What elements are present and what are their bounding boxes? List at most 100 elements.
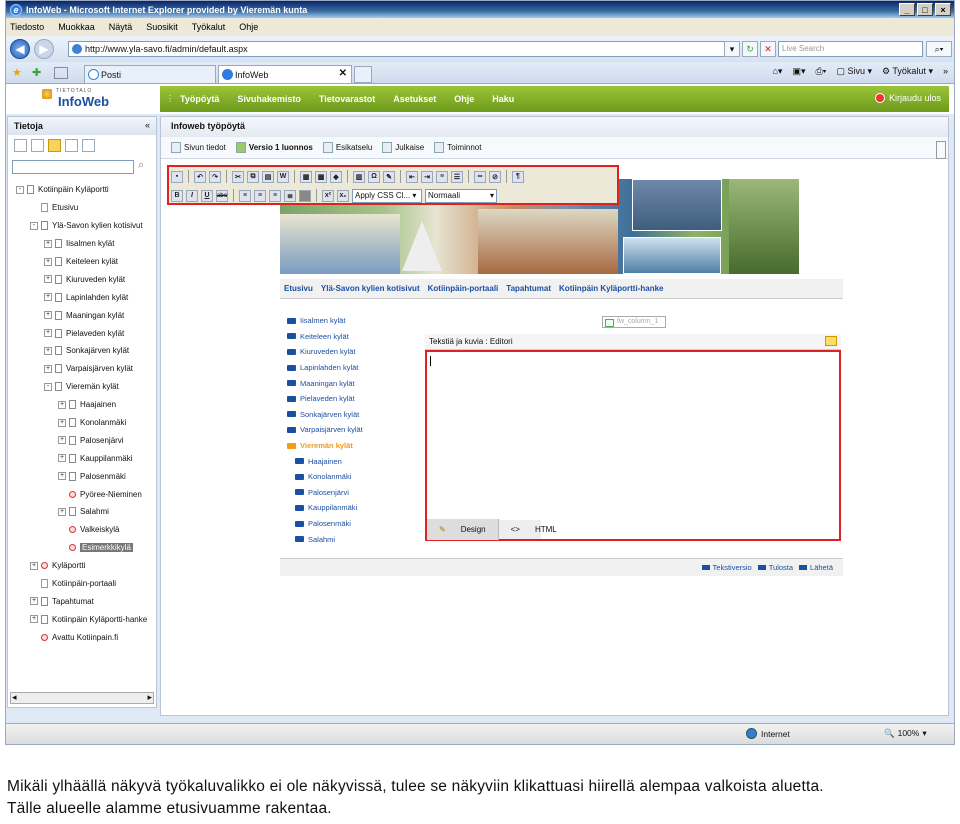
site-menu-item[interactable]: Haajainen — [287, 453, 417, 469]
menu-favorites[interactable]: Suosikit — [146, 22, 178, 32]
forward-icon[interactable]: ▶ — [34, 39, 54, 59]
site-nav-portaali[interactable]: Kotiinpäin-portaali — [428, 284, 499, 293]
toolbar-end-handle[interactable] — [936, 141, 946, 159]
page-menu[interactable]: ▢ Sivu ▾ — [836, 66, 872, 77]
cut-icon[interactable]: ✂ — [232, 170, 244, 183]
clean-format-icon[interactable]: ✎ — [383, 170, 395, 183]
tree-node[interactable]: Kotiinpäin-portaali — [8, 575, 158, 593]
expand-icon[interactable]: + — [58, 400, 66, 409]
html-mode-tab[interactable]: <> HTML — [499, 519, 569, 540]
expand-icon[interactable]: + — [44, 311, 52, 320]
expand-icon[interactable]: + — [44, 257, 52, 266]
tab-infoweb[interactable]: InfoWeb ✕ — [218, 65, 352, 83]
site-menu-item[interactable]: Iisalmen kylät — [287, 313, 417, 329]
menu-file[interactable]: Tiedosto — [10, 22, 44, 32]
copy-icon[interactable]: ⧉ — [247, 170, 259, 183]
menu-help[interactable]: Ohje — [239, 22, 258, 32]
site-nav-tapahtumat[interactable]: Tapahtumat — [506, 284, 551, 293]
tree-node[interactable]: Pyöree-Nieminen — [8, 485, 158, 503]
tree-node[interactable]: + Pielaveden kylät — [8, 324, 158, 342]
tree-node[interactable]: Etusivu — [8, 199, 158, 217]
address-input[interactable]: http://www.yla-savo.fi/admin/default.asp… — [68, 41, 738, 57]
editor-content-area[interactable]: ✎ Design <> HTML — [425, 350, 841, 541]
site-menu-item[interactable]: Lapinlahden kylät — [287, 360, 417, 376]
paragraph-icon[interactable]: ¶ — [512, 170, 524, 183]
tree-node[interactable]: + Haajainen — [8, 396, 158, 414]
tree-node[interactable]: + Konolanmäki — [8, 414, 158, 432]
search-icon[interactable]: ⌕▾ — [926, 41, 952, 57]
horizontal-scrollbar[interactable] — [10, 692, 154, 704]
collapse-icon[interactable]: - — [16, 185, 24, 194]
css-class-dropdown[interactable]: Apply CSS Cl... ▾ — [352, 188, 422, 203]
tree-node[interactable]: + Sonkajärven kylät — [8, 342, 158, 360]
site-nav-etusivu[interactable]: Etusivu — [284, 284, 313, 293]
expand-icon[interactable]: + — [30, 615, 38, 624]
page-info-button[interactable]: Sivun tiedot — [171, 142, 226, 153]
site-menu-item[interactable]: Pielaveden kylät — [287, 391, 417, 407]
more-chevron-icon[interactable]: » — [943, 66, 948, 77]
preview-button[interactable]: Esikatselu — [322, 142, 372, 153]
expand-icon[interactable]: + — [44, 346, 52, 355]
tree-node[interactable]: + Maaningan kylät — [8, 306, 158, 324]
link-icon[interactable]: ∞ — [474, 170, 486, 183]
footer-link-tulosta[interactable]: Tulosta — [758, 563, 793, 572]
site-menu-item[interactable]: Konolanmäki — [287, 469, 417, 485]
tree-node[interactable]: + Keiteleen kylät — [8, 253, 158, 271]
tree-node[interactable]: + Palosenmäki — [8, 467, 158, 485]
tree-node[interactable]: + Salahmi — [8, 503, 158, 521]
new-page-icon[interactable] — [14, 139, 27, 152]
align-left-icon[interactable]: ≡ — [239, 189, 251, 202]
footer-link-laheta[interactable]: Lähetä — [799, 563, 833, 572]
superscript-button[interactable]: x² — [322, 189, 334, 202]
tree-node[interactable]: + Tapahtumat — [8, 592, 158, 610]
tree-node[interactable]: + Kauppilanmäki — [8, 449, 158, 467]
site-menu-item[interactable]: Maaningan kylät — [287, 375, 417, 391]
search-icon[interactable]: ⌕ — [138, 159, 144, 172]
expand-icon[interactable]: + — [44, 239, 52, 248]
tree-node[interactable]: + Kyläportti — [8, 557, 158, 575]
tree-node[interactable]: Valkeiskylä — [8, 521, 158, 539]
strikethrough-button[interactable]: abc — [216, 189, 228, 202]
close-button[interactable]: × — [935, 3, 951, 16]
flash-icon[interactable]: ◆ — [330, 170, 342, 183]
align-center-icon[interactable]: ≡ — [254, 189, 266, 202]
site-menu-item[interactable]: Vieremän kylät — [287, 438, 417, 454]
expand-icon[interactable]: + — [44, 275, 52, 284]
search-input[interactable]: Live Search — [778, 41, 923, 57]
table-icon[interactable]: ▥ — [353, 170, 365, 183]
close-tab-icon[interactable]: ✕ — [339, 68, 347, 79]
tree-node[interactable]: Esimerkkikylä — [8, 539, 158, 557]
expand-icon[interactable]: + — [44, 329, 52, 338]
quick-tabs-icon[interactable] — [54, 67, 68, 79]
gallery-icon[interactable]: ▩ — [315, 170, 327, 183]
refresh-icon[interactable]: ↻ — [742, 41, 758, 57]
expand-icon[interactable]: + — [44, 364, 52, 373]
folder-icon[interactable] — [48, 139, 61, 152]
stop-icon[interactable]: ✕ — [760, 41, 776, 57]
move-page-icon[interactable] — [65, 139, 78, 152]
unlink-icon[interactable]: ⊘ — [489, 170, 501, 183]
menu-tools[interactable]: Työkalut — [192, 22, 226, 32]
nav-sivuhakemisto[interactable]: Sivuhakemisto — [237, 94, 301, 104]
tools-menu[interactable]: ⚙ Työkalut ▾ — [882, 66, 933, 77]
tree-node[interactable]: + Iisalmen kylät — [8, 235, 158, 253]
add-favorite-icon[interactable]: ✚ — [32, 66, 41, 79]
numbered-list-icon[interactable]: ≡ — [436, 170, 448, 183]
tree-node[interactable]: + Palosenjärvi — [8, 431, 158, 449]
menu-view[interactable]: Näytä — [109, 22, 133, 32]
tree-search-input[interactable] — [12, 160, 134, 174]
tree-node[interactable]: + Lapinlahden kylät — [8, 288, 158, 306]
collapse-panel-button[interactable]: « — [145, 120, 150, 130]
expand-icon[interactable]: + — [58, 418, 66, 427]
logout-button[interactable]: Kirjaudu ulos — [874, 93, 941, 103]
undo-icon[interactable]: ↶ — [194, 170, 206, 183]
column-placeholder[interactable]: fw_column_1 — [602, 316, 666, 328]
expand-icon[interactable]: + — [30, 561, 38, 570]
tree-node[interactable]: + Kotiinpäin Kyläportti-hanke — [8, 610, 158, 628]
tree-node[interactable]: Avattu Kotiinpain.fi — [8, 628, 158, 646]
site-menu-item[interactable]: Kauppilanmäki — [287, 500, 417, 516]
save-icon[interactable]: ▪ — [171, 170, 183, 183]
nav-asetukset[interactable]: Asetukset — [393, 94, 436, 104]
underline-button[interactable]: U — [201, 189, 213, 202]
outdent-icon[interactable]: ⇤ — [406, 170, 418, 183]
